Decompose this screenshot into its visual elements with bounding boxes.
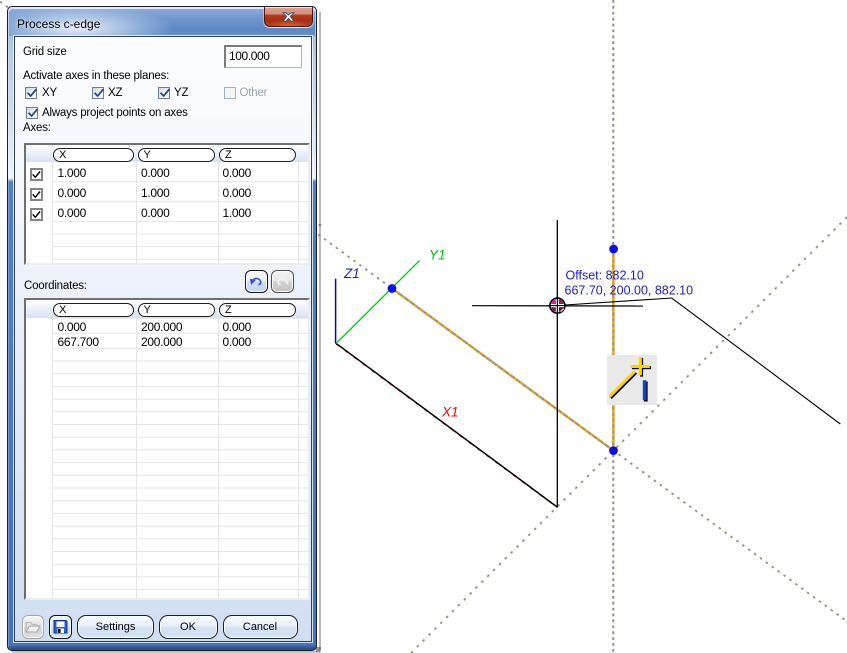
svg-text:Z1: Z1	[343, 266, 360, 281]
svg-text:Y1: Y1	[429, 248, 446, 263]
svg-text:X1: X1	[441, 405, 459, 420]
svg-text:667.70, 200.00, 882.10: 667.70, 200.00, 882.10	[565, 284, 694, 298]
svg-text:Offset: 882.10: Offset: 882.10	[566, 269, 644, 283]
